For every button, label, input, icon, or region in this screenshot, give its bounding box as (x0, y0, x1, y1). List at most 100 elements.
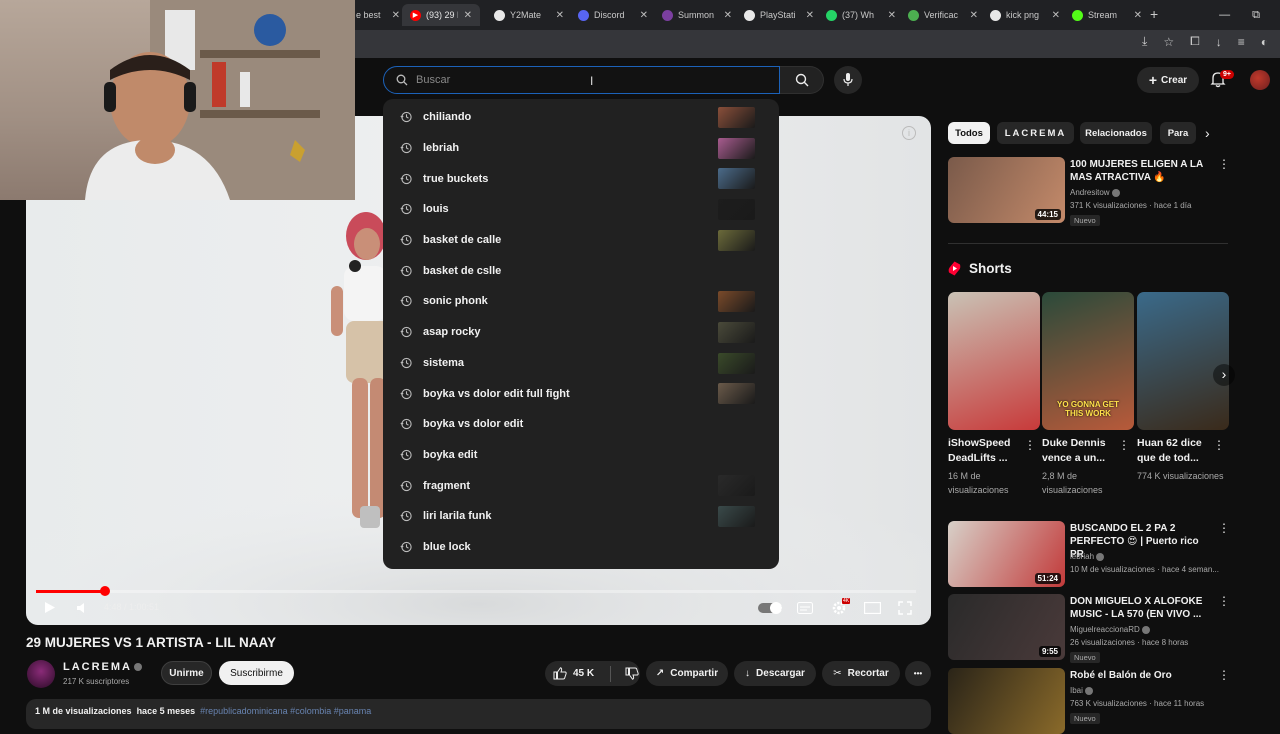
short-title[interactable]: iShowSpeed DeadLifts ... (948, 436, 1028, 466)
suggestion-item[interactable]: boyka vs dolor edit full fight (383, 378, 779, 409)
browser-tab[interactable]: kick png ✕ (990, 4, 1060, 26)
progress-scrubber[interactable] (99, 586, 110, 596)
tab-close-icon[interactable]: ✕ (888, 10, 896, 21)
more-options-icon[interactable]: ⋮ (1218, 594, 1230, 608)
browser-tab[interactable]: ▶ (93) 29 M ✕ (402, 4, 480, 26)
chip-lacrema[interactable]: LACREMA (997, 122, 1074, 144)
related-video-title[interactable]: 100 MUJERES ELIGEN A LA MAS ATRACTIVA 🔥 (1070, 158, 1210, 184)
short-title[interactable]: Duke Dennis vence a un... (1042, 436, 1122, 466)
short-thumbnail[interactable] (1137, 292, 1229, 430)
suggestion-item[interactable]: basket de cslle (383, 255, 779, 286)
media-icon[interactable]: ≡ (1238, 35, 1245, 49)
suggestion-item[interactable]: boyka vs dolor edit (383, 409, 779, 440)
related-video-title[interactable]: Robé el Balón de Oro (1070, 669, 1210, 682)
short-title[interactable]: Huan 62 dice que de tod... (1137, 436, 1217, 466)
related-video-channel[interactable]: Andresitow (1070, 187, 1120, 199)
suggestion-item[interactable]: fragment (383, 470, 779, 501)
suggestion-item[interactable]: asap rocky (383, 317, 779, 348)
clip-button[interactable]: ✂ Recortar (822, 661, 900, 686)
suggestion-item[interactable]: sistema (383, 348, 779, 379)
short-thumbnail[interactable]: YO GONNA GET THIS WORK (1042, 292, 1134, 430)
suggestion-item[interactable]: basket de calle (383, 225, 779, 256)
channel-avatar[interactable] (27, 660, 55, 688)
suggestion-item[interactable]: true buckets (383, 163, 779, 194)
tab-close-icon[interactable]: ✕ (724, 10, 732, 21)
more-actions-button[interactable]: ••• (905, 661, 931, 686)
more-options-icon[interactable]: ⋮ (1218, 157, 1230, 171)
related-video-channel[interactable]: lebriah (1070, 551, 1105, 563)
more-options-icon[interactable]: ⋮ (1024, 438, 1036, 452)
related-video-title[interactable]: DON MIGUELO X ALOFOKE MUSIC - LA 570 (EN… (1070, 595, 1210, 621)
play-icon[interactable] (44, 601, 56, 614)
voice-search-button[interactable] (834, 66, 862, 94)
theater-mode-icon[interactable] (864, 602, 881, 614)
browser-tab[interactable]: (37) Wh ✕ (826, 4, 896, 26)
join-button[interactable]: Unirme (161, 661, 212, 685)
fullscreen-icon[interactable] (898, 601, 912, 615)
tab-close-icon[interactable]: ✕ (970, 10, 978, 21)
chip-para[interactable]: Para (1160, 122, 1196, 144)
subscribe-button[interactable]: Suscribirme (219, 661, 294, 685)
search-input[interactable]: Buscar I (383, 66, 780, 94)
tab-close-icon[interactable]: ✕ (556, 10, 564, 21)
create-button[interactable]: + Crear (1137, 67, 1199, 93)
related-video-thumbnail[interactable]: 51:24 (948, 521, 1065, 587)
thumbs-down-icon[interactable] (625, 667, 639, 680)
account-avatar[interactable] (1250, 70, 1270, 90)
related-video-channel[interactable]: Ibai (1070, 685, 1093, 697)
download-button[interactable]: ↓ Descargar (734, 661, 816, 686)
related-video-thumbnail[interactable]: 9:55 (948, 594, 1065, 660)
chip-todos[interactable]: Todos (948, 122, 990, 144)
browser-tab[interactable]: PlayStati ✕ (744, 4, 814, 26)
browser-tab[interactable]: Discord ✕ (578, 4, 648, 26)
channel-name[interactable]: LACREMA (63, 661, 142, 673)
autoplay-toggle[interactable] (758, 602, 782, 614)
search-button[interactable] (780, 66, 824, 94)
suggestion-item[interactable]: boyka edit (383, 440, 779, 471)
more-options-icon[interactable]: ⋮ (1218, 521, 1230, 535)
restore-button[interactable]: ⧉ (1252, 9, 1260, 22)
suggestion-item[interactable]: liri larila funk (383, 501, 779, 532)
more-options-icon[interactable]: ⋮ (1213, 438, 1225, 452)
suggestion-item[interactable]: chiliando (383, 102, 779, 133)
install-icon[interactable]: ⤓ (1142, 34, 1147, 49)
short-thumbnail[interactable] (948, 292, 1040, 430)
suggestion-item[interactable]: lebriah (383, 133, 779, 164)
hashtags[interactable]: #republicadominicana #colombia #panama (200, 706, 371, 716)
new-tab-button[interactable]: + (1150, 6, 1158, 22)
minimize-button[interactable]: — (1219, 9, 1230, 21)
download-icon[interactable]: ↓ (1216, 35, 1222, 49)
browser-tab[interactable]: e best ✕ (356, 4, 400, 26)
suggestion-item[interactable]: louis (383, 194, 779, 225)
chip-relacionados[interactable]: Relacionados (1080, 122, 1152, 144)
suggestion-item[interactable]: sonic phonk (383, 286, 779, 317)
related-video-channel[interactable]: MiguelreaccionaRD (1070, 624, 1150, 636)
like-button[interactable]: 45 K (553, 667, 594, 680)
browser-tab[interactable]: Summon ✕ (662, 4, 732, 26)
tab-close-icon[interactable]: ✕ (464, 10, 472, 21)
more-options-icon[interactable]: ⋮ (1118, 438, 1130, 452)
share-button[interactable]: ↗ Compartir (646, 661, 728, 686)
tab-close-icon[interactable]: ✕ (806, 10, 814, 21)
browser-tab[interactable]: Stream ✕ (1072, 4, 1142, 26)
description-box[interactable]: 1 M de visualizaciones hace 5 meses #rep… (26, 699, 931, 729)
tab-close-icon[interactable]: ✕ (640, 10, 648, 21)
bookmark-star-icon[interactable]: ☆ (1163, 35, 1174, 49)
related-video-thumbnail[interactable] (948, 668, 1065, 734)
tab-close-icon[interactable]: ✕ (1134, 10, 1142, 21)
tab-close-icon[interactable]: ✕ (392, 10, 400, 21)
shorts-next-button[interactable]: › (1213, 364, 1235, 386)
volume-icon[interactable] (76, 602, 89, 614)
browser-tab[interactable]: Y2Mate ✕ (494, 4, 564, 26)
suggestion-item[interactable]: blue lock (383, 532, 779, 563)
info-icon[interactable]: i (902, 126, 916, 140)
more-options-icon[interactable]: ⋮ (1218, 668, 1230, 682)
extensions-icon[interactable]: ⧠ (1190, 34, 1200, 49)
profile-icon[interactable]: ◐ (1261, 35, 1268, 49)
browser-tab[interactable]: Verificac ✕ (908, 4, 978, 26)
subtitles-icon[interactable] (797, 602, 813, 614)
tab-close-icon[interactable]: ✕ (1052, 10, 1060, 21)
chevron-right-icon[interactable]: › (1205, 125, 1210, 141)
related-video-thumbnail[interactable]: 44:15 (948, 157, 1065, 223)
progress-bar[interactable] (36, 590, 916, 593)
